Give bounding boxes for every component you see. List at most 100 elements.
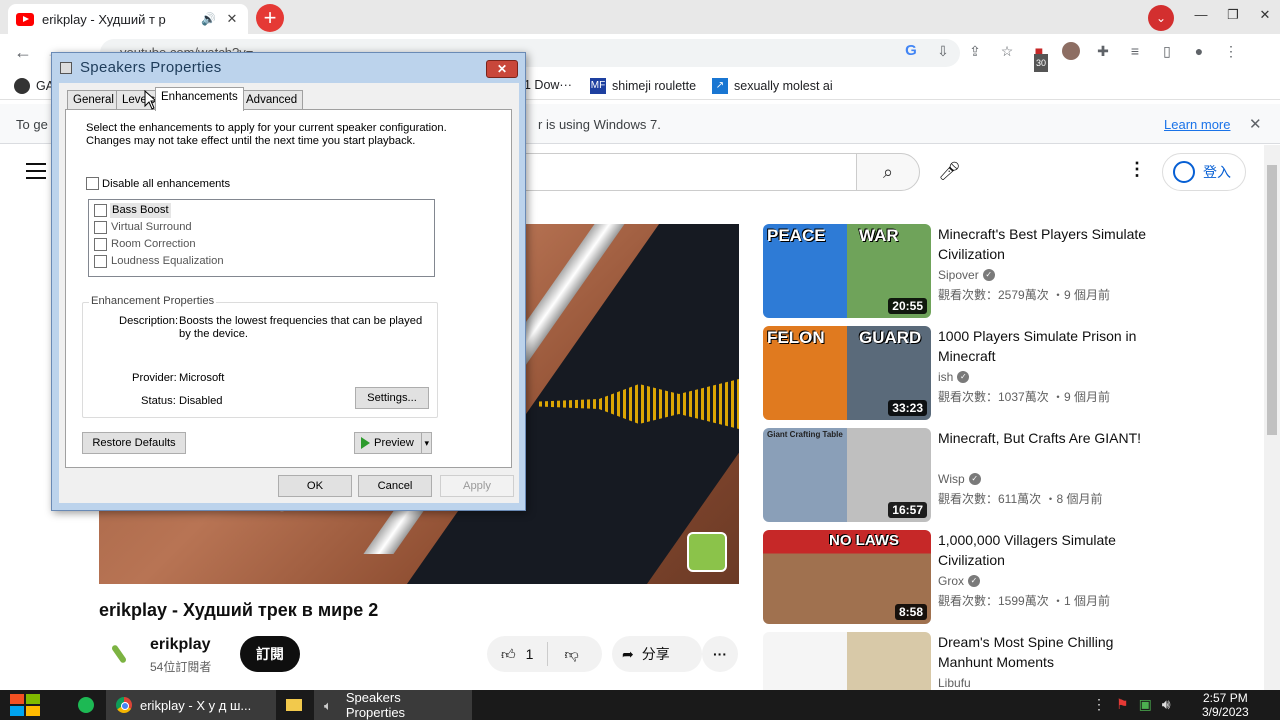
tab-audio-icon[interactable]: 🔊 bbox=[201, 12, 216, 26]
video-channel[interactable]: ish ✓ bbox=[938, 370, 970, 384]
share-icon[interactable]: ⇪ bbox=[966, 42, 984, 60]
tab-enhancements[interactable]: Enhancements bbox=[155, 87, 244, 111]
description-value: Boosts the lowest frequencies that can b… bbox=[179, 315, 423, 340]
enhancements-list: Bass Boost Virtual Surround Room Correct… bbox=[88, 199, 435, 277]
video-channel[interactable]: Libufu bbox=[938, 676, 971, 690]
infobar-text-right: r is using Windows 7. bbox=[538, 117, 661, 132]
apply-button[interactable]: Apply bbox=[440, 475, 514, 497]
dialog-close-button[interactable]: ✕ bbox=[486, 60, 518, 78]
tab-close-icon[interactable]: ✕ bbox=[224, 11, 240, 27]
browser-tab[interactable]: erikplay - Худший т р 🔊 ✕ bbox=[8, 4, 248, 34]
recommended-video[interactable]: FELON GUARD 33:23 1000 Players Simulate … bbox=[763, 326, 1163, 420]
channel-name[interactable]: erikplay bbox=[150, 636, 210, 654]
restore-defaults-button[interactable]: Restore Defaults bbox=[82, 432, 186, 454]
taskbar-chrome[interactable]: erikplay - Х у д ш... bbox=[106, 690, 276, 720]
scrollbar-thumb[interactable] bbox=[1267, 165, 1277, 435]
video-title[interactable]: Minecraft's Best Players Simulate Civili… bbox=[938, 224, 1148, 264]
search-icon[interactable]: ⌕ bbox=[856, 153, 920, 191]
recommended-video[interactable]: Dream's Most Spine Chilling Manhunt Mome… bbox=[763, 632, 1163, 690]
taskbar-spotify[interactable] bbox=[68, 690, 104, 720]
extensions-puzzle-icon[interactable]: ✚ bbox=[1094, 42, 1112, 60]
volume-icon[interactable]: 🔊︎ bbox=[1162, 696, 1171, 713]
video-thumbnail[interactable]: FELON GUARD 33:23 bbox=[763, 326, 931, 420]
bookmark-star-icon[interactable]: ☆ bbox=[998, 42, 1016, 60]
menu-icon[interactable] bbox=[26, 163, 46, 184]
virtual-surround-checkbox[interactable] bbox=[94, 221, 107, 234]
start-button[interactable] bbox=[10, 694, 42, 718]
new-tab-button[interactable]: + bbox=[256, 4, 284, 32]
taskbar-explorer[interactable] bbox=[276, 690, 312, 720]
profile-icon[interactable]: ● bbox=[1190, 42, 1208, 60]
search-input[interactable] bbox=[520, 153, 858, 191]
tab-general[interactable]: General bbox=[67, 90, 120, 110]
more-actions-button[interactable]: ··· bbox=[702, 636, 738, 672]
action-center-flag-icon[interactable]: ⚑ bbox=[1116, 696, 1129, 713]
video-thumbnail[interactable]: PEACE WAR 20:55 bbox=[763, 224, 931, 318]
video-title[interactable]: Dream's Most Spine Chilling Manhunt Mome… bbox=[938, 632, 1148, 672]
video-title[interactable]: Minecraft, But Crafts Are GIANT! bbox=[938, 428, 1148, 448]
cancel-button[interactable]: Cancel bbox=[358, 475, 432, 497]
ok-button[interactable]: OK bbox=[278, 475, 352, 497]
video-channel[interactable]: Grox ✓ bbox=[938, 574, 981, 588]
signin-button[interactable]: 登入 bbox=[1162, 153, 1246, 191]
recommended-video[interactable]: PEACE WAR 20:55 Minecraft's Best Players… bbox=[763, 224, 1163, 318]
back-icon[interactable]: ← bbox=[14, 42, 32, 63]
bookmark-item[interactable]: GA bbox=[14, 78, 54, 94]
video-thumbnail[interactable]: NO LAWS 8:58 bbox=[763, 530, 931, 624]
preview-dropdown-icon[interactable]: ▾ bbox=[421, 433, 429, 453]
bass-boost-checkbox[interactable] bbox=[94, 204, 107, 217]
tab-advanced[interactable]: Advanced bbox=[240, 90, 304, 110]
network-icon[interactable]: ▣ bbox=[1139, 696, 1152, 713]
chrome-menu-down-icon[interactable]: ⌄ bbox=[1148, 5, 1174, 31]
extension-counter-icon[interactable]: ■ 30 bbox=[1030, 42, 1049, 72]
recommended-video[interactable]: Giant Crafting Table 16:57 Minecraft, Bu… bbox=[763, 428, 1163, 522]
enhancement-item[interactable]: Bass Boost bbox=[110, 203, 171, 218]
chrome-icon bbox=[116, 697, 132, 713]
close-window-icon[interactable]: ✕ bbox=[1250, 4, 1280, 26]
video-thumbnail[interactable]: Giant Crafting Table 16:57 bbox=[763, 428, 931, 522]
settings-button[interactable]: Settings... bbox=[355, 387, 429, 409]
tray-overflow-icon[interactable]: ⋮ bbox=[1092, 696, 1106, 713]
extension-avatar-icon[interactable] bbox=[1062, 42, 1080, 60]
install-icon[interactable]: ⇩ bbox=[934, 42, 952, 60]
chrome-menu-icon[interactable]: ⋮ bbox=[1222, 42, 1240, 60]
media-control-icon[interactable]: ≡ bbox=[1126, 42, 1144, 60]
restore-icon[interactable]: ❐ bbox=[1218, 4, 1248, 26]
more-options-icon[interactable]: ⋮ bbox=[1128, 159, 1146, 180]
loudness-eq-checkbox[interactable] bbox=[94, 255, 107, 268]
share-button[interactable]: ➦ 分享 bbox=[612, 636, 702, 672]
play-icon bbox=[361, 437, 370, 450]
room-correction-checkbox[interactable] bbox=[94, 238, 107, 251]
provider-label: Provider: bbox=[132, 372, 177, 384]
minimize-icon[interactable]: — bbox=[1186, 4, 1216, 26]
video-thumbnail[interactable] bbox=[763, 632, 931, 690]
channel-avatar[interactable] bbox=[104, 640, 136, 672]
subscribe-button[interactable]: 訂閱 bbox=[240, 636, 300, 672]
bookmark-item[interactable]: 1 Dow··· bbox=[524, 78, 572, 92]
like-dislike-pill: 👍︎ 1 👎︎ bbox=[487, 636, 602, 672]
infobar-close-icon[interactable]: ✕ bbox=[1249, 115, 1262, 133]
enhancement-item[interactable]: Loudness Equalization bbox=[111, 255, 224, 268]
google-icon[interactable]: G bbox=[902, 42, 920, 60]
bookmark-item[interactable]: MF shimeji roulette bbox=[590, 78, 696, 94]
page-scrollbar[interactable] bbox=[1264, 145, 1280, 690]
enhancement-item[interactable]: Room Correction bbox=[111, 238, 196, 251]
video-title[interactable]: 1,000,000 Villagers Simulate Civilizatio… bbox=[938, 530, 1148, 570]
video-title[interactable]: 1000 Players Simulate Prison in Minecraf… bbox=[938, 326, 1148, 366]
disable-all-checkbox[interactable] bbox=[86, 177, 99, 190]
microphone-icon[interactable]: 🎤︎ bbox=[938, 161, 961, 182]
video-channel[interactable]: Wisp ✓ bbox=[938, 472, 981, 486]
like-button[interactable]: 👍︎ 1 bbox=[487, 642, 549, 666]
taskbar-speakers[interactable]: 🔈︎ Speakers Properties bbox=[314, 690, 472, 720]
video-channel[interactable]: Sipover ✓ bbox=[938, 268, 995, 282]
dislike-button[interactable]: 👎︎ bbox=[548, 646, 594, 663]
enhancement-item[interactable]: Virtual Surround bbox=[111, 221, 192, 234]
taskbar-clock[interactable]: 2:57 PM 3/9/2023 bbox=[1202, 691, 1249, 719]
taskbar-speakers-label: Speakers Properties bbox=[345, 690, 406, 720]
recommended-video[interactable]: NO LAWS 8:58 1,000,000 Villagers Simulat… bbox=[763, 530, 1163, 624]
preview-button[interactable]: Preview ▾ bbox=[354, 432, 432, 454]
bookmark-item[interactable]: ↗ sexually molest ai bbox=[712, 78, 833, 94]
learn-more-link[interactable]: Learn more bbox=[1164, 117, 1230, 132]
spotify-icon bbox=[78, 697, 94, 713]
side-panel-icon[interactable]: ▯ bbox=[1158, 42, 1176, 60]
